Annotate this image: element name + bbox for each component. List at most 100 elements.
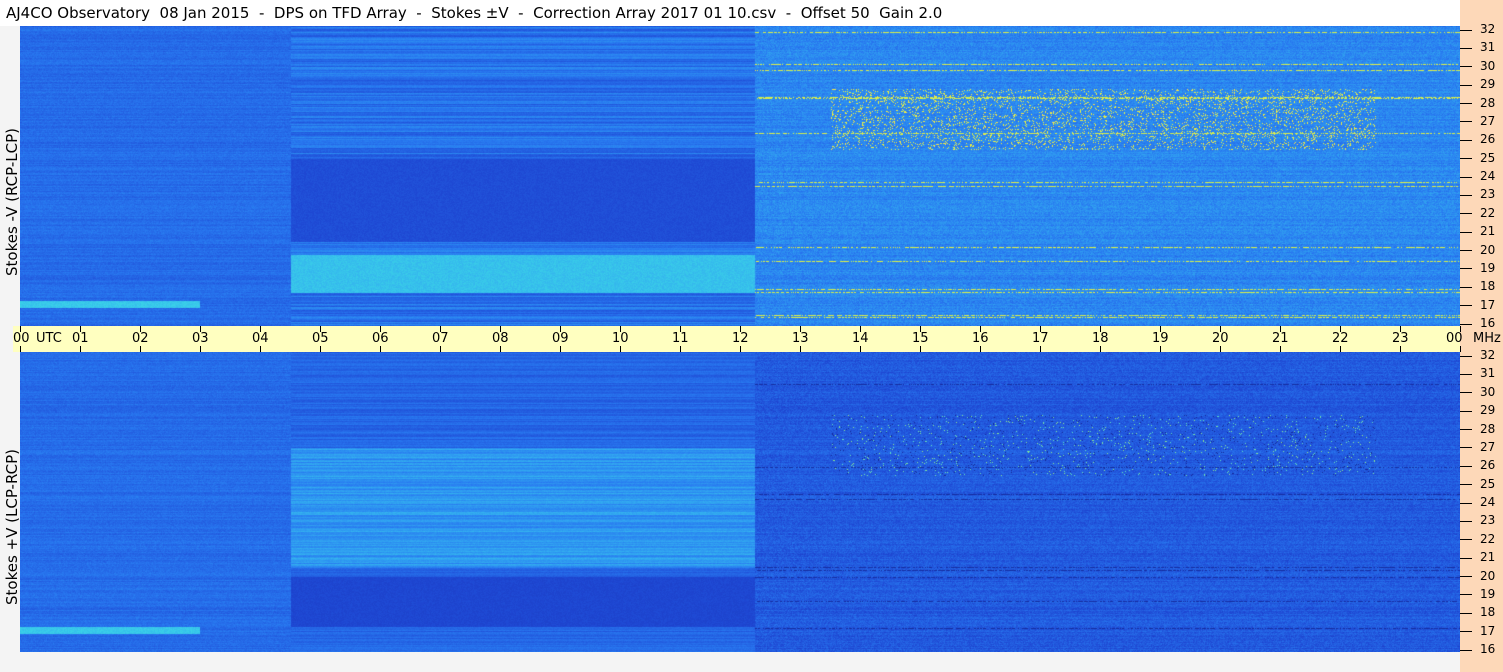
y-tick-label: 24	[1480, 169, 1496, 183]
y-tick-label: 22	[1480, 205, 1496, 220]
y-tick-label: 29	[1480, 77, 1496, 92]
mhz-label: MHz	[1473, 331, 1501, 346]
y-tick-label: 16	[1480, 316, 1496, 330]
x-tick	[559, 346, 561, 352]
x-tick-label: 16	[972, 331, 989, 346]
y-tick-label: 29	[1480, 403, 1496, 418]
y-tick-label: 18	[1480, 605, 1496, 620]
x-tick	[379, 346, 381, 352]
y-tick	[1460, 66, 1472, 68]
y-tick	[1460, 305, 1472, 307]
y-tick	[1460, 594, 1472, 596]
x-tick-label: 05	[312, 331, 329, 346]
x-tick	[1399, 346, 1401, 352]
x-tick-label: 12	[732, 331, 749, 346]
y-tick-label: 19	[1480, 586, 1496, 601]
y-tick	[1460, 121, 1472, 123]
y-tick-label: 28	[1480, 95, 1496, 110]
y-tick-label: 30	[1480, 58, 1496, 73]
heatmap-top-canvas	[20, 26, 1460, 326]
y-tick-label: 31	[1480, 40, 1496, 55]
y-tick	[1460, 631, 1472, 633]
x-tick-label: 13	[792, 331, 809, 346]
x-tick	[439, 346, 441, 352]
x-tick	[979, 346, 981, 352]
x-tick	[319, 346, 321, 352]
x-tick-label: 02	[132, 331, 149, 346]
x-tick	[859, 346, 861, 352]
y-tick	[1460, 392, 1472, 394]
y-tick-label: 32	[1480, 348, 1496, 362]
y-tick	[1460, 323, 1472, 325]
x-tick-label: 00	[1446, 331, 1463, 346]
x-tick-label: 18	[1092, 331, 1109, 346]
y-tick-label: 20	[1480, 568, 1496, 583]
x-tick	[1099, 346, 1101, 352]
x-tick-label: 00	[13, 331, 30, 346]
y-tick	[1460, 84, 1472, 86]
y-tick	[1460, 373, 1472, 375]
x-tick	[679, 346, 681, 352]
y-tick	[1460, 47, 1472, 49]
y-tick	[1460, 158, 1472, 160]
y-tick	[1460, 649, 1472, 651]
x-tick-label: 17	[1032, 331, 1049, 346]
y-tick	[1460, 268, 1472, 270]
y-tick	[1460, 139, 1472, 141]
utc-label: UTC	[36, 331, 62, 346]
y-tick	[1460, 103, 1472, 104]
x-tick	[919, 346, 921, 352]
x-tick	[1339, 346, 1341, 352]
y-tick-label: 21	[1480, 224, 1496, 239]
x-tick-label: 06	[372, 331, 389, 346]
y-tick-label: 23	[1480, 187, 1496, 202]
x-tick-label: 01	[72, 331, 89, 346]
spectrogram-top	[20, 26, 1460, 326]
ylabel-bottom: Stokes +V (LCP-RCP)	[3, 449, 21, 605]
x-tick-label: 03	[192, 331, 209, 346]
x-tick	[79, 346, 81, 352]
x-tick-label: 19	[1152, 331, 1169, 346]
y-tick	[1460, 612, 1472, 614]
y-tick	[1460, 576, 1472, 577]
x-tick-label: 09	[552, 331, 569, 346]
x-tick	[259, 346, 261, 352]
y-tick	[1460, 250, 1472, 251]
y-tick	[1460, 539, 1472, 541]
y-tick	[1460, 410, 1472, 412]
y-tick	[1460, 286, 1472, 288]
y-tick	[1460, 355, 1472, 357]
y-tick-label: 27	[1480, 113, 1496, 128]
x-tick	[1219, 346, 1221, 352]
y-tick	[1460, 520, 1472, 522]
x-tick-label: 11	[672, 331, 689, 346]
ylabel-top: Stokes -V (RCP-LCP)	[3, 128, 21, 276]
y-tick-label: 27	[1480, 439, 1496, 454]
x-tick	[1279, 346, 1281, 352]
y-tick-label: 32	[1480, 22, 1496, 36]
y-tick	[1460, 447, 1472, 449]
x-tick-label: 20	[1212, 331, 1229, 346]
y-tick-label: 26	[1480, 132, 1496, 147]
x-tick	[1039, 346, 1041, 352]
y-tick	[1460, 429, 1472, 430]
x-tick-label: 10	[612, 331, 629, 346]
y-tick	[1460, 213, 1472, 215]
y-tick	[1460, 557, 1472, 559]
x-tick-label: 14	[852, 331, 869, 346]
y-tick-label: 28	[1480, 421, 1496, 436]
y-tick	[1460, 29, 1472, 31]
x-tick	[739, 346, 741, 352]
x-tick	[499, 346, 501, 352]
x-tick-label: 15	[912, 331, 929, 346]
y-tick	[1460, 194, 1472, 196]
x-tick	[1159, 346, 1161, 352]
y-tick-label: 23	[1480, 513, 1496, 528]
y-tick-label: 16	[1480, 642, 1496, 656]
x-tick-label: 21	[1272, 331, 1289, 346]
x-tick	[139, 346, 141, 352]
x-tick-label: 08	[492, 331, 509, 346]
y-tick-label: 17	[1480, 623, 1496, 638]
x-tick	[19, 346, 21, 352]
x-tick	[619, 346, 621, 352]
